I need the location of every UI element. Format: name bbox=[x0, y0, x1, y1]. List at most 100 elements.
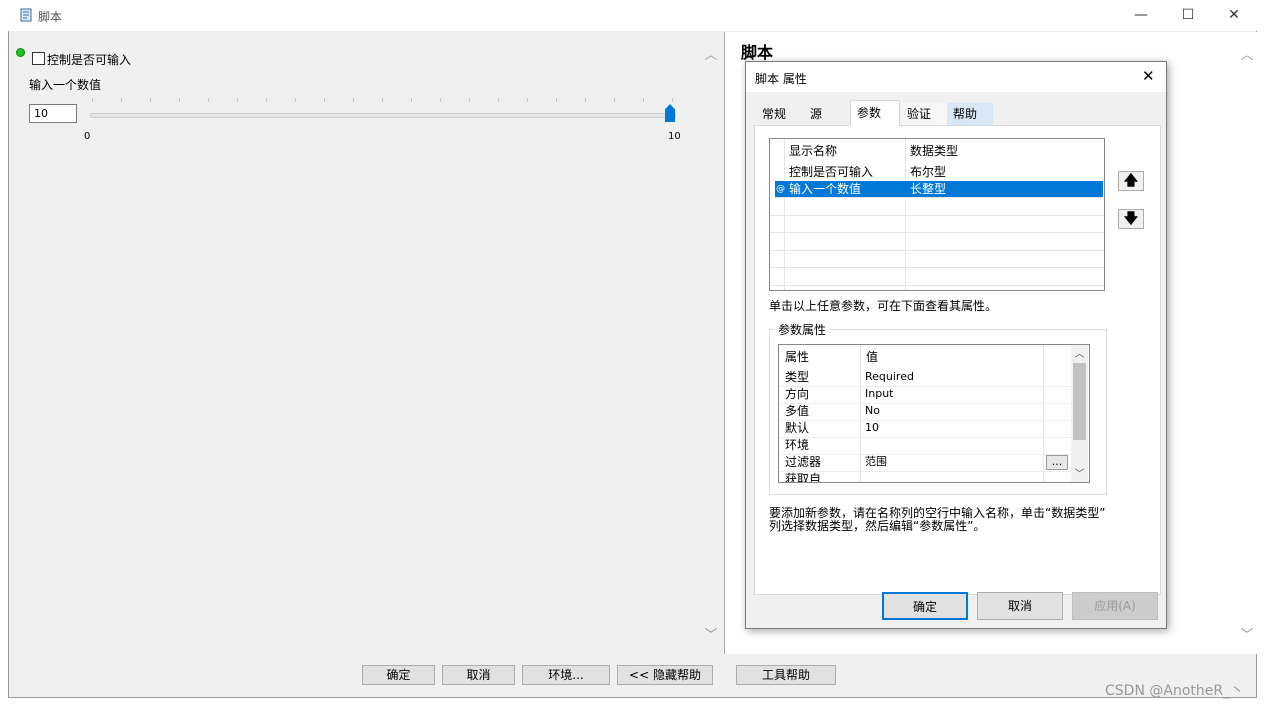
slider-tick bbox=[324, 98, 325, 102]
scroll-down-icon[interactable]: ﹀ bbox=[1072, 465, 1087, 480]
close-button[interactable]: ✕ bbox=[1211, 4, 1257, 26]
slider-tick bbox=[556, 98, 557, 102]
property-key: 类型 bbox=[785, 370, 810, 384]
help-heading: 脚本 bbox=[741, 43, 774, 62]
dialog-close-icon[interactable]: ✕ bbox=[1142, 67, 1155, 85]
slider-tick bbox=[672, 98, 673, 102]
tab-validation[interactable]: 验证 bbox=[901, 103, 947, 125]
properties-dialog: 脚本 属性 ✕ 常规 源 参数 验证 帮助 显示名称 数据类型 控制是否可输入 … bbox=[745, 61, 1167, 629]
ok-button[interactable]: 确定 bbox=[362, 665, 435, 685]
slider-thumb[interactable] bbox=[665, 104, 675, 122]
environments-button[interactable]: 环境... bbox=[522, 665, 610, 685]
property-row[interactable]: 环境 bbox=[779, 437, 1071, 455]
move-up-button[interactable]: 🡅 bbox=[1118, 171, 1144, 191]
slider-tick bbox=[527, 98, 528, 102]
property-key: 默认 bbox=[785, 421, 810, 435]
slider-label: 输入一个数值 bbox=[29, 78, 102, 92]
slider-tick bbox=[237, 98, 238, 102]
property-key: 多值 bbox=[785, 404, 810, 418]
property-value: Input bbox=[865, 387, 894, 400]
slider-max-label: 10 bbox=[668, 131, 681, 142]
parameters-pane: 控制是否可输入 输入一个数值 10 0 10 ︿ ﹀ bbox=[10, 32, 718, 654]
parameter-grid[interactable]: 显示名称 数据类型 控制是否可输入 布尔型 @ 输入一个数值 长整型 bbox=[769, 138, 1105, 291]
enable-input-checkbox[interactable] bbox=[32, 52, 45, 65]
slider-tick bbox=[92, 98, 93, 102]
property-key: 方向 bbox=[785, 387, 810, 401]
property-row[interactable]: 获取自 bbox=[779, 471, 1071, 482]
slider-min-label: 0 bbox=[84, 131, 91, 142]
grid-cell-type: 布尔型 bbox=[910, 165, 947, 179]
grid-row-line bbox=[770, 197, 1104, 198]
props-header-property: 属性 bbox=[785, 350, 810, 364]
tab-source[interactable]: 源 bbox=[804, 103, 846, 125]
help-scroll-down-icon[interactable]: ﹀ bbox=[1239, 624, 1255, 643]
tab-general[interactable]: 常规 bbox=[756, 103, 802, 125]
properties-grid[interactable]: 属性 值 类型 Required 方向 Input 多值 No 默认 10 环境过滤器 范围 获取自… bbox=[778, 344, 1090, 483]
scroll-down-icon[interactable]: ﹀ bbox=[703, 624, 719, 643]
grid-row-line bbox=[770, 267, 1104, 268]
group-label: 参数属性 bbox=[775, 321, 830, 338]
parameters-tab-panel: 显示名称 数据类型 控制是否可输入 布尔型 @ 输入一个数值 长整型 🡅 🡇 单… bbox=[754, 125, 1161, 595]
status-dot bbox=[16, 48, 25, 57]
scroll-thumb[interactable] bbox=[1073, 363, 1086, 440]
watermark: CSDN @AnotheR_丶 bbox=[1105, 683, 1245, 699]
slider-tick bbox=[353, 98, 354, 102]
scroll-up-icon[interactable]: ︿ bbox=[703, 44, 719, 63]
checkbox-label: 控制是否可输入 bbox=[47, 53, 132, 67]
value-slider[interactable] bbox=[90, 98, 680, 138]
grid-row-line bbox=[770, 232, 1104, 233]
selected-marker: @ bbox=[776, 184, 785, 194]
props-header-value: 值 bbox=[866, 350, 879, 364]
slider-tick bbox=[295, 98, 296, 102]
slider-tick bbox=[150, 98, 151, 102]
move-down-button[interactable]: 🡇 bbox=[1118, 209, 1144, 229]
slider-track bbox=[90, 113, 676, 118]
property-key: 环境 bbox=[785, 438, 810, 452]
cancel-button[interactable]: 取消 bbox=[442, 665, 515, 685]
property-value: Required bbox=[865, 370, 914, 383]
scroll-up-icon[interactable]: ︿ bbox=[1072, 345, 1087, 360]
tool-help-button[interactable]: 工具帮助 bbox=[736, 665, 836, 685]
slider-tick bbox=[179, 98, 180, 102]
browse-button[interactable]: ... bbox=[1046, 455, 1068, 470]
slider-tick bbox=[498, 98, 499, 102]
tab-parameters[interactable]: 参数 bbox=[850, 100, 900, 126]
number-input[interactable]: 10 bbox=[29, 104, 77, 123]
properties-scrollbar[interactable]: ︿ ﹀ bbox=[1071, 345, 1088, 482]
hint-text: 单击以上任意参数，可在下面查看其属性。 bbox=[769, 299, 998, 313]
minimize-button[interactable]: — bbox=[1118, 4, 1164, 26]
tab-help[interactable]: 帮助 bbox=[947, 103, 993, 125]
grid-cell-name: 控制是否可输入 bbox=[789, 165, 874, 179]
slider-tick bbox=[121, 98, 122, 102]
dialog-apply-button: 应用(A) bbox=[1072, 592, 1158, 620]
slider-tick bbox=[382, 98, 383, 102]
property-row[interactable]: 默认 10 bbox=[779, 420, 1071, 438]
property-value: 10 bbox=[865, 421, 879, 434]
property-value: No bbox=[865, 404, 880, 417]
grid-header-name: 显示名称 bbox=[789, 144, 838, 158]
property-row[interactable]: 方向 Input bbox=[779, 386, 1071, 404]
slider-tick bbox=[208, 98, 209, 102]
property-value: 范围 bbox=[865, 455, 887, 468]
footer-text-line2: 列选择数据类型，然后编辑“参数属性”。 bbox=[769, 519, 986, 533]
grid-cell-name: 输入一个数值 bbox=[789, 182, 862, 196]
dialog-cancel-button[interactable]: 取消 bbox=[977, 592, 1063, 620]
slider-tick bbox=[469, 98, 470, 102]
hide-help-button[interactable]: << 隐藏帮助 bbox=[617, 665, 713, 685]
window-title: 脚本 bbox=[38, 10, 63, 24]
property-row[interactable]: 类型 Required bbox=[779, 369, 1071, 387]
slider-tick bbox=[266, 98, 267, 102]
dialog-ok-button[interactable]: 确定 bbox=[882, 592, 968, 620]
grid-header-type: 数据类型 bbox=[910, 144, 959, 158]
help-scroll-up-icon[interactable]: ︿ bbox=[1239, 44, 1255, 63]
maximize-button[interactable]: ☐ bbox=[1165, 4, 1211, 26]
slider-tick bbox=[643, 98, 644, 102]
grid-row-line bbox=[770, 214, 1104, 216]
property-row[interactable]: 多值 No bbox=[779, 403, 1071, 421]
grid-row[interactable]: 控制是否可输入 布尔型 bbox=[770, 164, 1104, 181]
slider-tick bbox=[440, 98, 441, 102]
slider-tick bbox=[411, 98, 412, 102]
property-row[interactable]: 过滤器 范围 bbox=[779, 454, 1071, 472]
grid-row-selected[interactable]: @ 输入一个数值 长整型 bbox=[775, 181, 1103, 197]
script-icon bbox=[20, 8, 32, 22]
